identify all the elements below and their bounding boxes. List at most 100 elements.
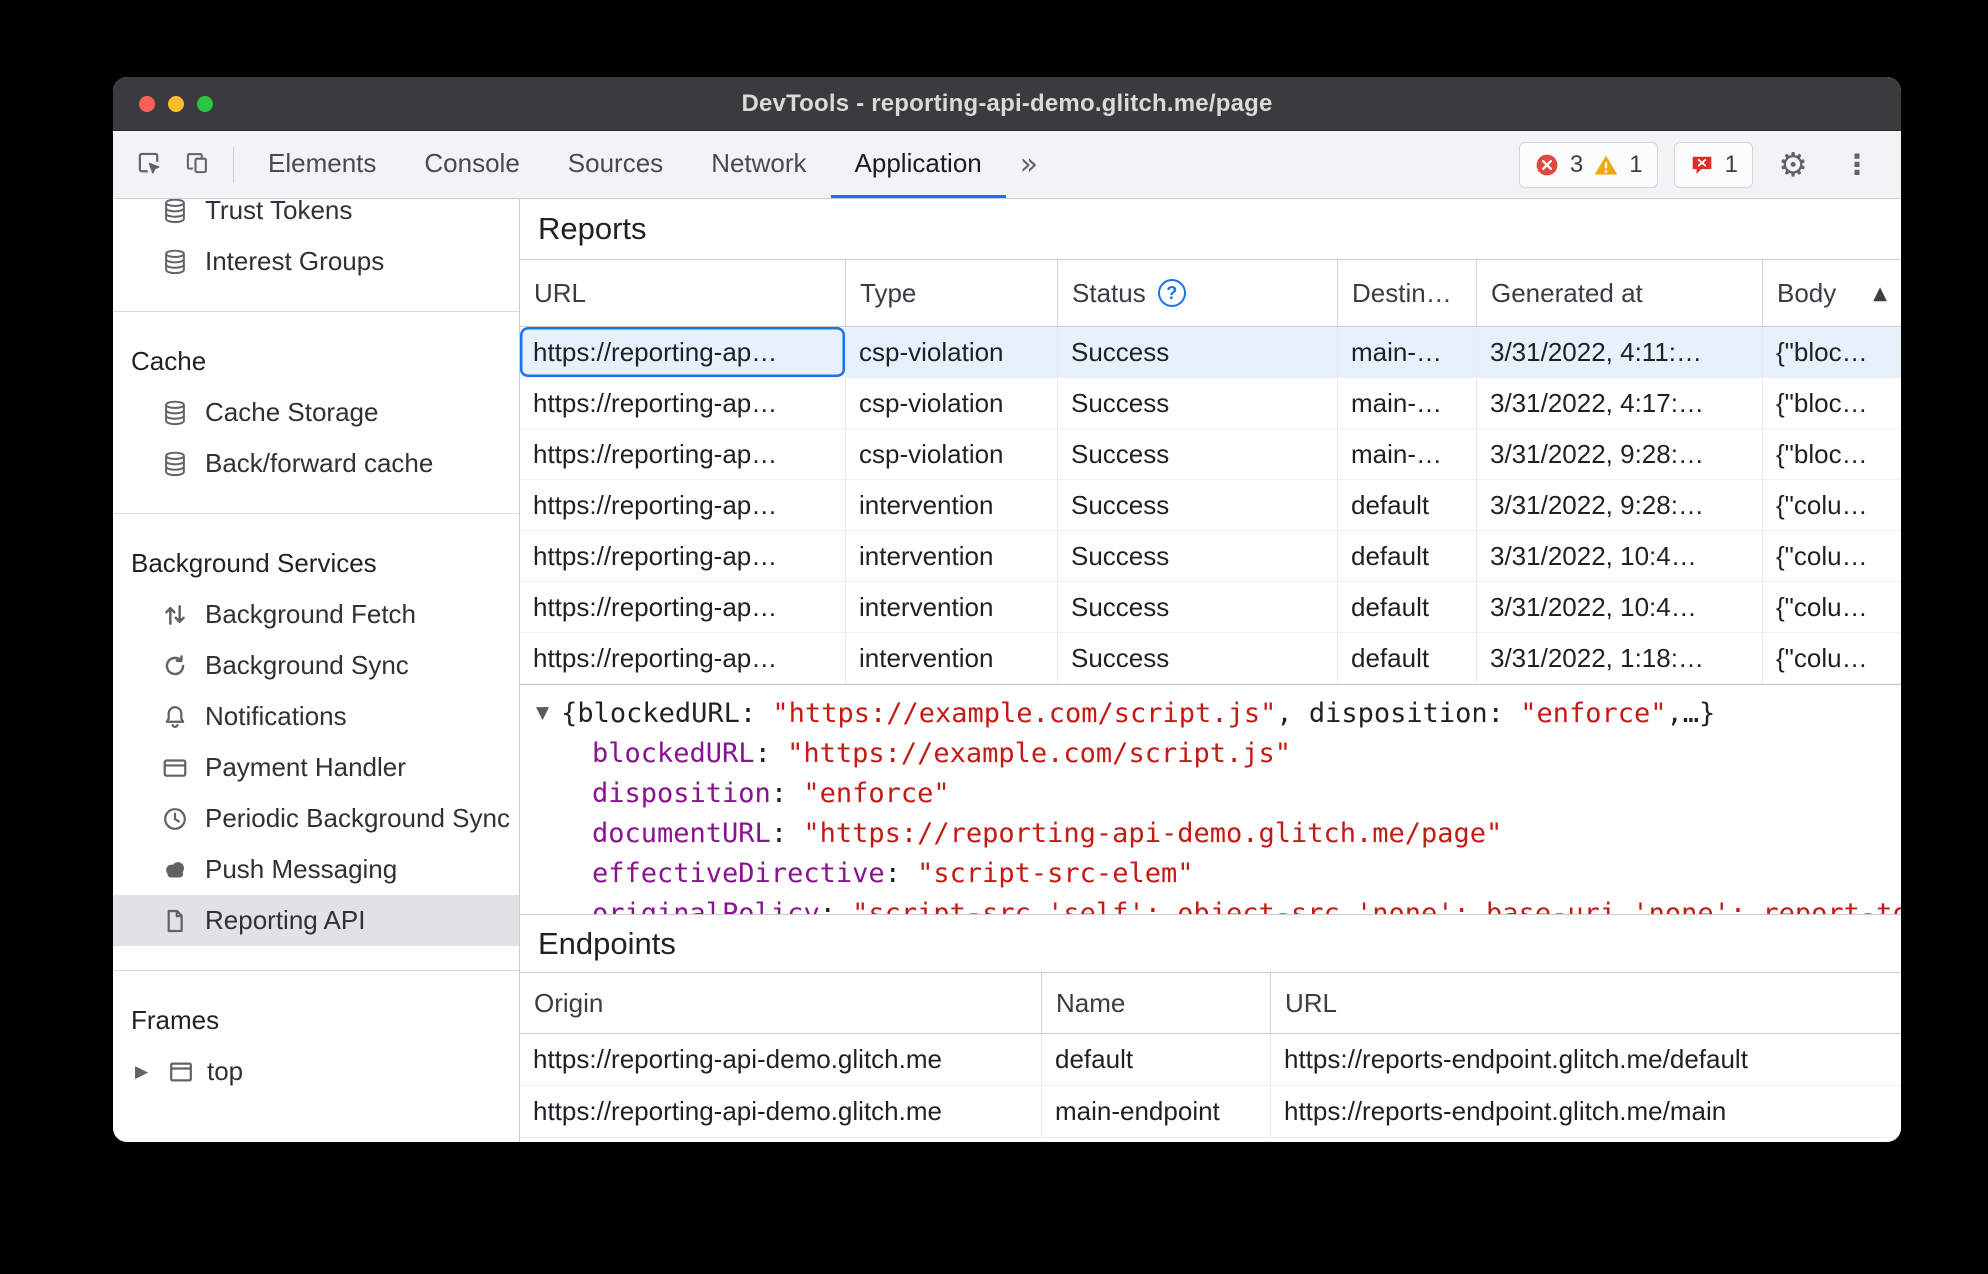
minimize-window-button[interactable] [168, 95, 184, 112]
issues-button[interactable]: 1 [1673, 141, 1753, 188]
preview-property-line-clipped[interactable]: originalPolicy: "script-src 'self'; obje… [520, 893, 1901, 915]
cell-type[interactable]: intervention [845, 480, 1057, 531]
sidebar-item-payment-handler[interactable]: Payment Handler [113, 742, 519, 793]
report-row[interactable]: https://reporting-ap… intervention Success… [520, 633, 1901, 684]
toggle-device-toolbar-button[interactable] [175, 141, 223, 189]
cell-status[interactable]: Success [1057, 429, 1337, 480]
cell-url[interactable]: https://reporting-ap… [520, 378, 845, 429]
report-row[interactable]: https://reporting-ap… intervention Success… [520, 582, 1901, 633]
preview-property-line[interactable]: documentURL: "https://reporting-api-demo… [520, 813, 1901, 853]
cell-body[interactable]: {"colu… [1762, 480, 1901, 531]
cell-destination[interactable]: default [1337, 531, 1476, 582]
window-titlebar[interactable]: DevTools - reporting-api-demo.glitch.me/… [113, 77, 1901, 131]
settings-button[interactable]: ⚙ [1769, 141, 1817, 189]
preview-property-line[interactable]: disposition: "enforce" [520, 773, 1901, 813]
sidebar-item-back-forward-cache[interactable]: Back/forward cache [113, 438, 519, 489]
cell-type[interactable]: intervention [845, 531, 1057, 582]
cell-status[interactable]: Success [1057, 480, 1337, 531]
cell-destination[interactable]: main-… [1337, 429, 1476, 480]
column-header-type[interactable]: Type [845, 260, 1057, 326]
console-messages-button[interactable]: 3 1 [1518, 141, 1658, 188]
cell-body[interactable]: {"bloc… [1762, 378, 1901, 429]
report-row[interactable]: https://reporting-ap… csp-violation Succes… [520, 429, 1901, 480]
sidebar-item-background-sync[interactable]: Background Sync [113, 640, 519, 691]
sidebar-item-notifications[interactable]: Notifications [113, 691, 519, 742]
cell-origin[interactable]: https://reporting-api-demo.glitch.me [520, 1086, 1041, 1138]
cell-generated-at[interactable]: 3/31/2022, 10:4… [1476, 531, 1762, 582]
cell-url[interactable]: https://reporting-ap… [520, 582, 845, 633]
cell-generated-at[interactable]: 3/31/2022, 1:18:… [1476, 633, 1762, 684]
cell-generated-at[interactable]: 3/31/2022, 4:11:… [1476, 327, 1762, 378]
tab-application[interactable]: Application [830, 131, 1006, 198]
zoom-window-button[interactable] [197, 95, 213, 112]
sort-ascending-icon[interactable]: ▲ [1865, 283, 1887, 304]
customize-devtools-button[interactable]: ⋮ [1833, 141, 1881, 189]
cell-url[interactable]: https://reporting-ap… [520, 429, 845, 480]
cell-destination[interactable]: default [1337, 480, 1476, 531]
cell-body[interactable]: {"colu… [1762, 633, 1901, 684]
cell-url[interactable]: https://reporting-ap… [520, 327, 845, 378]
cell-type[interactable]: csp-violation [845, 429, 1057, 480]
sidebar-item-reporting-api[interactable]: Reporting API [113, 895, 519, 946]
sidebar-item-push-messaging[interactable]: Push Messaging [113, 844, 519, 895]
cell-url[interactable]: https://reporting-ap… [520, 633, 845, 684]
cell-generated-at[interactable]: 3/31/2022, 4:17:… [1476, 378, 1762, 429]
sidebar-item-periodic-background-sync[interactable]: Periodic Background Sync [113, 793, 519, 844]
sidebar-section-background-services[interactable]: Background Services [113, 538, 519, 589]
sidebar-item-trust-tokens[interactable]: Trust Tokens [113, 199, 519, 236]
cell-generated-at[interactable]: 3/31/2022, 10:4… [1476, 582, 1762, 633]
cell-destination[interactable]: main-… [1337, 327, 1476, 378]
cell-status[interactable]: Success [1057, 582, 1337, 633]
inspect-element-button[interactable] [127, 141, 175, 189]
cell-url[interactable]: https://reports-endpoint.glitch.me/main [1270, 1086, 1901, 1138]
sidebar-section-cache[interactable]: Cache [113, 336, 519, 387]
cell-url[interactable]: https://reports-endpoint.glitch.me/defau… [1270, 1034, 1901, 1086]
column-header-origin[interactable]: Origin [520, 973, 1041, 1033]
endpoint-row[interactable]: https://reporting-api-demo.glitch.me defa… [520, 1034, 1901, 1086]
sidebar-item-interest-groups[interactable]: Interest Groups [113, 236, 519, 287]
column-header-url[interactable]: URL [1270, 973, 1901, 1033]
cell-status[interactable]: Success [1057, 378, 1337, 429]
close-window-button[interactable] [139, 95, 155, 112]
disclosure-triangle-icon[interactable]: ▼ [536, 703, 549, 723]
column-header-name[interactable]: Name [1041, 973, 1270, 1033]
sidebar-item-background-fetch[interactable]: Background Fetch [113, 589, 519, 640]
cell-destination[interactable]: default [1337, 582, 1476, 633]
cell-origin[interactable]: https://reporting-api-demo.glitch.me [520, 1034, 1041, 1086]
cell-status[interactable]: Success [1057, 531, 1337, 582]
cell-name[interactable]: main-endpoint [1041, 1086, 1270, 1138]
cell-url[interactable]: https://reporting-ap… [520, 531, 845, 582]
cell-type[interactable]: csp-violation [845, 327, 1057, 378]
column-header-body[interactable]: Body ▲ [1762, 260, 1901, 326]
preview-property-line[interactable]: effectiveDirective: "script-src-elem" [520, 853, 1901, 893]
endpoint-row[interactable]: https://reporting-api-demo.glitch.me main… [520, 1086, 1901, 1138]
tab-elements[interactable]: Elements [244, 131, 400, 198]
cell-status[interactable]: Success [1057, 633, 1337, 684]
cell-generated-at[interactable]: 3/31/2022, 9:28:… [1476, 480, 1762, 531]
column-header-generated-at[interactable]: Generated at [1476, 260, 1762, 326]
cell-destination[interactable]: main-… [1337, 378, 1476, 429]
cell-body[interactable]: {"colu… [1762, 531, 1901, 582]
cell-generated-at[interactable]: 3/31/2022, 9:28:… [1476, 429, 1762, 480]
sidebar-item-top[interactable]: ▶ top [113, 1046, 519, 1097]
report-row[interactable]: https://reporting-ap… intervention Success… [520, 531, 1901, 582]
report-row[interactable]: https://reporting-ap… intervention Success… [520, 480, 1901, 531]
cell-type[interactable]: csp-violation [845, 378, 1057, 429]
cell-type[interactable]: intervention [845, 582, 1057, 633]
report-row[interactable]: https://reporting-ap… csp-violation Succes… [520, 378, 1901, 429]
status-help-icon[interactable]: ? [1157, 279, 1186, 307]
preview-summary-line[interactable]: ▼ {blockedURL: "https://example.com/scrip… [520, 693, 1901, 733]
column-header-destin[interactable]: Destin… [1337, 260, 1476, 326]
cell-status[interactable]: Success [1057, 327, 1337, 378]
cell-destination[interactable]: default [1337, 633, 1476, 684]
cell-name[interactable]: default [1041, 1034, 1270, 1086]
cell-body[interactable]: {"colu… [1762, 582, 1901, 633]
tab-sources[interactable]: Sources [544, 131, 687, 198]
sidebar-section-frames[interactable]: Frames [113, 995, 519, 1046]
cell-type[interactable]: intervention [845, 633, 1057, 684]
cell-body[interactable]: {"bloc… [1762, 327, 1901, 378]
chevron-right-icon[interactable]: ▶ [135, 1062, 155, 1082]
column-header-status[interactable]: Status? [1057, 260, 1337, 326]
more-tabs-button[interactable]: » [1006, 149, 1052, 180]
preview-property-line[interactable]: blockedURL: "https://example.com/script.… [520, 733, 1901, 773]
